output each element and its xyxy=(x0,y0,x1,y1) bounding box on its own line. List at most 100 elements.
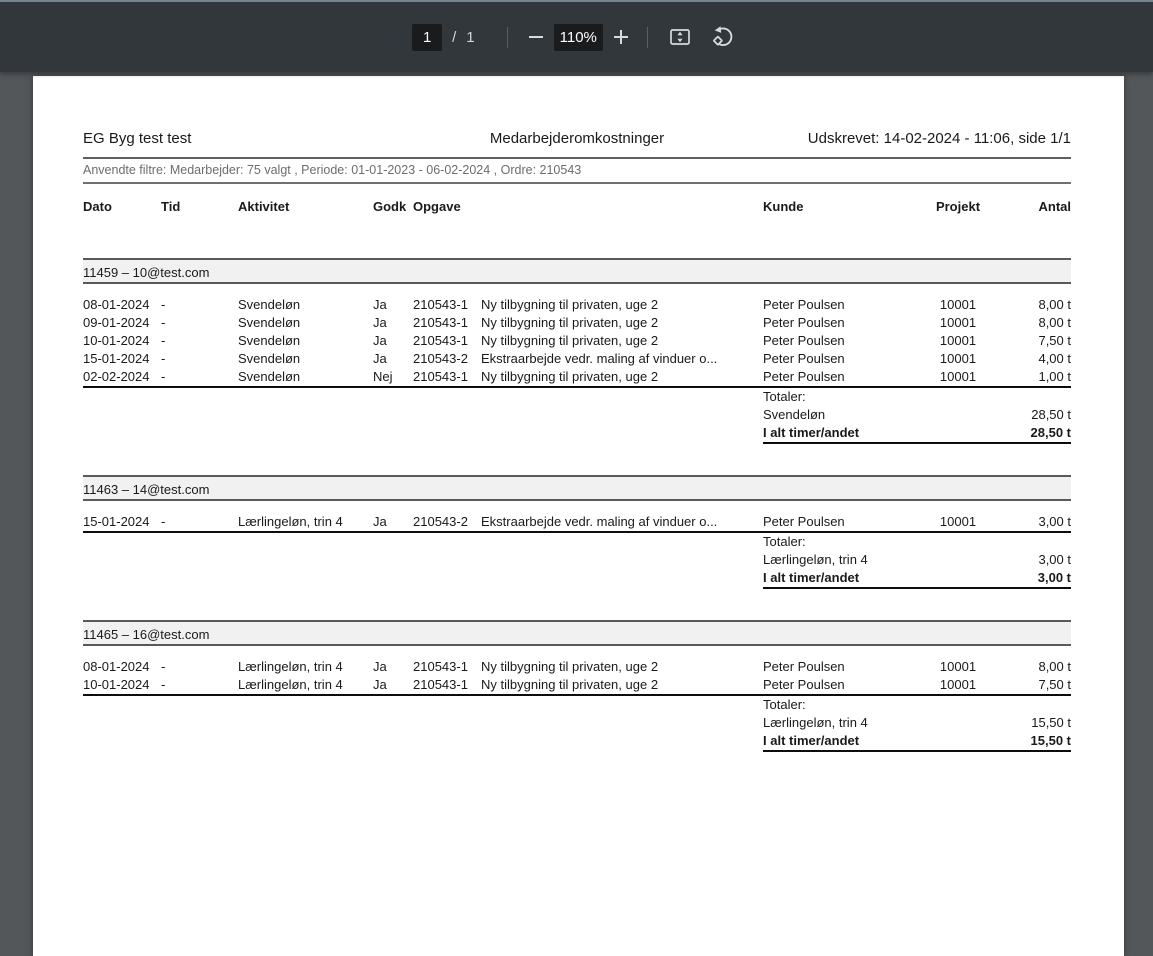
report-header: EG Byg test test Medarbejderomkostninger… xyxy=(83,130,1071,152)
subtotal-value: 3,00 t xyxy=(1038,551,1071,569)
col-header-antal: Antal xyxy=(993,198,1071,216)
col-header-opgave: Opgave xyxy=(413,198,481,216)
table-row: 15-01-2024 - Lærlingeløn, trin 4 Ja 2105… xyxy=(83,513,1071,531)
section-totals: Totaler: Svendeløn 28,50 t I alt timer/a… xyxy=(763,388,1071,444)
col-header-tid: Tid xyxy=(161,198,238,216)
employee-section: 11459 – 10@test.com 08-01-2024 - Svendel… xyxy=(83,258,1071,444)
page-count: 1 xyxy=(466,29,474,46)
cell-projekt: 10001 xyxy=(923,368,993,386)
cell-dato: 08-01-2024 xyxy=(83,658,161,676)
table-row: 02-02-2024 - Svendeløn Nej 210543-1 Ny t… xyxy=(83,368,1071,386)
cell-godk: Ja xyxy=(373,676,413,694)
cell-antal: 1,00 t xyxy=(993,368,1071,386)
cell-opgave-nr: 210543-1 xyxy=(413,332,481,350)
cell-opgave-nr: 210543-2 xyxy=(413,513,481,531)
cell-dato: 15-01-2024 xyxy=(83,350,161,368)
cell-antal: 7,50 t xyxy=(993,332,1071,350)
cell-tid: - xyxy=(161,658,238,676)
grand-total-value: 28,50 t xyxy=(1031,424,1071,442)
cell-tid: - xyxy=(161,350,238,368)
table-row: 15-01-2024 - Svendeløn Ja 210543-2 Ekstr… xyxy=(83,350,1071,368)
cell-godk: Ja xyxy=(373,332,413,350)
cell-kunde: Peter Poulsen xyxy=(763,332,923,350)
cell-godk: Ja xyxy=(373,350,413,368)
cell-tid: - xyxy=(161,676,238,694)
section-totals: Totaler: Lærlingeløn, trin 4 3,00 t I al… xyxy=(763,533,1071,589)
totals-label: Totaler: xyxy=(763,696,806,714)
rotate-counterclockwise-icon xyxy=(711,25,736,50)
cell-aktivitet: Svendeløn xyxy=(238,314,373,332)
cell-dato: 08-01-2024 xyxy=(83,296,161,314)
subtotal-label: Lærlingeløn, trin 4 xyxy=(763,714,868,732)
cell-aktivitet: Svendeløn xyxy=(238,332,373,350)
grand-total-row: I alt timer/andet 15,50 t xyxy=(763,732,1071,750)
cell-tid: - xyxy=(161,332,238,350)
cell-godk: Ja xyxy=(373,513,413,531)
employee-section: 11463 – 14@test.com 15-01-2024 - Lærling… xyxy=(83,475,1071,589)
cell-opgave: Ekstraarbejde vedr. maling af vinduer o.… xyxy=(481,350,763,368)
page-number-input[interactable] xyxy=(412,24,442,51)
fit-to-page-button[interactable] xyxy=(663,20,697,54)
employee-section-header: 11465 – 16@test.com xyxy=(83,620,1071,646)
cell-opgave: Ny tilbygning til privaten, uge 2 xyxy=(481,658,763,676)
cell-kunde: Peter Poulsen xyxy=(763,676,923,694)
subtotal-row: Lærlingeløn, trin 4 3,00 t xyxy=(763,551,1071,569)
subtotal-label: Lærlingeløn, trin 4 xyxy=(763,551,868,569)
cell-opgave-nr: 210543-2 xyxy=(413,350,481,368)
section-totals: Totaler: Lærlingeløn, trin 4 15,50 t I a… xyxy=(763,696,1071,752)
printed-timestamp: Udskrevet: 14-02-2024 - 11:06, side 1/1 xyxy=(741,130,1071,147)
applied-filters: Anvendte filtre: Medarbejder: 75 valgt ,… xyxy=(83,162,1071,178)
cell-antal: 8,00 t xyxy=(993,314,1071,332)
cell-opgave: Ny tilbygning til privaten, uge 2 xyxy=(481,676,763,694)
zoom-out-button[interactable] xyxy=(523,24,549,50)
col-header-aktivitet: Aktivitet xyxy=(238,198,373,216)
cell-projekt: 10001 xyxy=(923,296,993,314)
plus-icon xyxy=(613,29,629,45)
cell-godk: Ja xyxy=(373,314,413,332)
pdf-viewer-toolbar: / 1 110% xyxy=(0,0,1153,72)
cell-opgave-nr: 210543-1 xyxy=(413,658,481,676)
table-row: 10-01-2024 - Lærlingeløn, trin 4 Ja 2105… xyxy=(83,676,1071,694)
cell-aktivitet: Lærlingeløn, trin 4 xyxy=(238,676,373,694)
cell-opgave: Ny tilbygning til privaten, uge 2 xyxy=(481,314,763,332)
employee-section-header: 11463 – 14@test.com xyxy=(83,475,1071,501)
cell-projekt: 10001 xyxy=(923,676,993,694)
cell-kunde: Peter Poulsen xyxy=(763,658,923,676)
zoom-in-button[interactable] xyxy=(608,24,634,50)
cell-aktivitet: Svendeløn xyxy=(238,350,373,368)
cell-opgave: Ny tilbygning til privaten, uge 2 xyxy=(481,332,763,350)
pdf-page[interactable]: EG Byg test test Medarbejderomkostninger… xyxy=(33,76,1124,956)
rotate-button[interactable] xyxy=(706,20,741,55)
cell-aktivitet: Svendeløn xyxy=(238,368,373,386)
cell-opgave-nr: 210543-1 xyxy=(413,296,481,314)
cell-antal: 8,00 t xyxy=(993,296,1071,314)
report-title: Medarbejderomkostninger xyxy=(413,130,741,147)
grand-total-label: I alt timer/andet xyxy=(763,569,859,587)
cell-aktivitet: Svendeløn xyxy=(238,296,373,314)
minus-icon xyxy=(528,29,544,45)
totals-label: Totaler: xyxy=(763,388,806,406)
cell-opgave-nr: 210543-1 xyxy=(413,676,481,694)
cell-antal: 4,00 t xyxy=(993,350,1071,368)
table-row: 10-01-2024 - Svendeløn Ja 210543-1 Ny ti… xyxy=(83,332,1071,350)
grand-total-value: 15,50 t xyxy=(1031,732,1071,750)
cell-antal: 7,50 t xyxy=(993,676,1071,694)
col-header-kunde: Kunde xyxy=(763,198,923,216)
grand-total-value: 3,00 t xyxy=(1038,569,1071,587)
col-header-godk: Godk xyxy=(373,198,413,216)
cell-tid: - xyxy=(161,314,238,332)
fit-to-page-icon xyxy=(668,25,692,49)
cell-kunde: Peter Poulsen xyxy=(763,368,923,386)
totals-label-row: Totaler: xyxy=(763,696,1071,714)
cell-kunde: Peter Poulsen xyxy=(763,513,923,531)
cell-godk: Ja xyxy=(373,658,413,676)
cell-opgave: Ny tilbygning til privaten, uge 2 xyxy=(481,296,763,314)
grand-total-label: I alt timer/andet xyxy=(763,732,859,750)
company-name: EG Byg test test xyxy=(83,130,413,147)
viewer-canvas[interactable]: EG Byg test test Medarbejderomkostninger… xyxy=(0,72,1153,778)
subtotal-row: Svendeløn 28,50 t xyxy=(763,406,1071,424)
subtotal-value: 28,50 t xyxy=(1031,406,1071,424)
cell-kunde: Peter Poulsen xyxy=(763,350,923,368)
zoom-level-display[interactable]: 110% xyxy=(554,24,603,51)
toolbar-separator xyxy=(647,27,648,48)
